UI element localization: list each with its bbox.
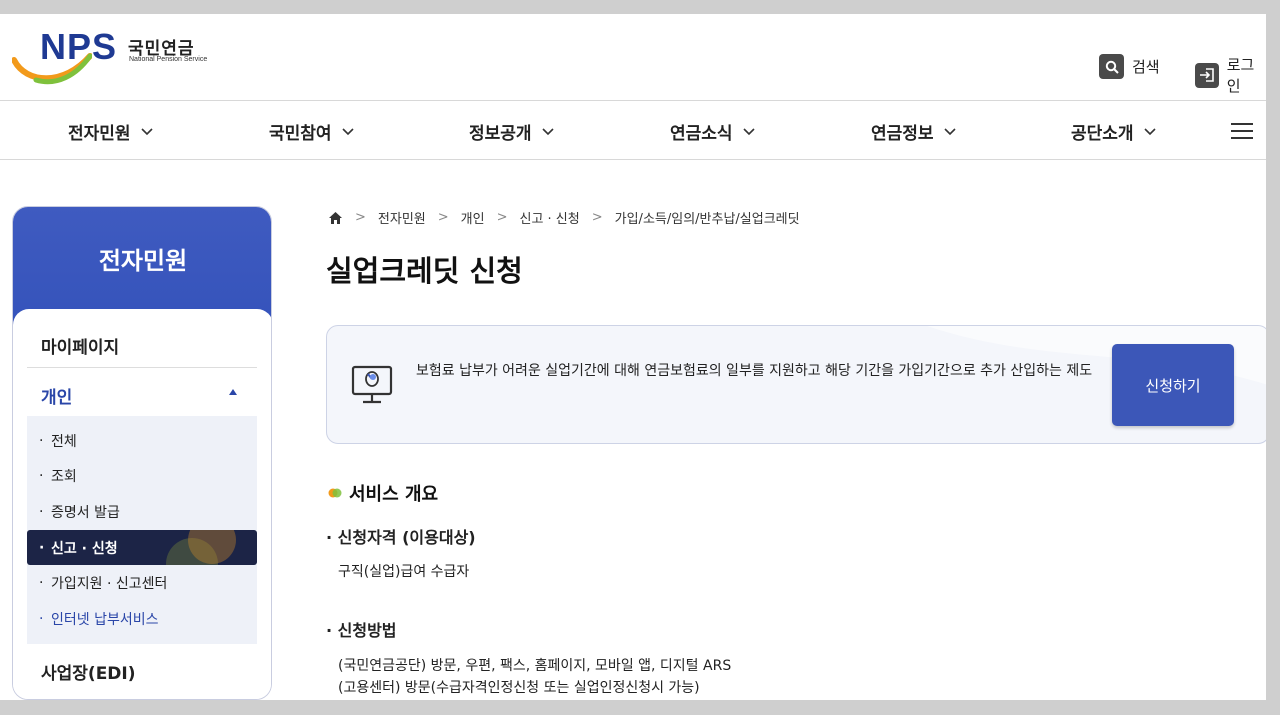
side-nav: 전자민원 마이페이지 개인 · 전체 · 조회 · 증명서 발급 · 신고 · …: [12, 206, 272, 700]
breadcrumb-item[interactable]: 전자민원: [378, 208, 426, 227]
sidebar-subitem-label: 신고 · 신청: [51, 540, 118, 557]
gnb-item-disclosure[interactable]: 정보공개: [469, 119, 554, 144]
bullet: ·: [39, 610, 44, 627]
sidebar-subitem-support-center[interactable]: · 가입지원 · 신고센터: [27, 565, 257, 600]
sidebar-subitem-label: 증명서 발급: [51, 504, 120, 521]
breadcrumb-separator: >: [355, 210, 366, 225]
menu-hamburger-icon[interactable]: [1231, 123, 1253, 139]
apply-button[interactable]: 신청하기: [1112, 344, 1234, 426]
gnb-item-label: 공단소개: [1071, 124, 1134, 144]
info-box: 보험료 납부가 어려운 실업기간에 대해 연금보험료의 일부를 지원하고 해당 …: [326, 325, 1266, 444]
bullet: ·: [39, 467, 44, 484]
method-line-2: (고용센터) 방문(수급자격인정신청 또는 실업인정신청시 가능): [338, 680, 700, 696]
search-button[interactable]: 검색: [1099, 54, 1160, 79]
sidebar-item-mypage[interactable]: 마이페이지: [41, 333, 119, 358]
sidebar-subitem-label: 인터넷 납부서비스: [51, 611, 159, 628]
sidebar-subitem-all[interactable]: · 전체: [27, 423, 257, 458]
gnb-item-about[interactable]: 공단소개: [1071, 119, 1156, 144]
chevron-down-icon: [541, 127, 554, 135]
method-heading: · 신청방법: [326, 621, 397, 640]
chevron-down-icon: [943, 127, 956, 135]
search-label: 검색: [1132, 58, 1160, 76]
monitor-click-icon: [351, 365, 393, 404]
gnb-item-pension-info[interactable]: 연금정보: [871, 119, 956, 144]
home-icon[interactable]: [328, 211, 343, 225]
page-title: 실업크레딧 신청: [326, 254, 523, 288]
nps-logo[interactable]: NPS 국민연금 National Pension Service: [12, 24, 232, 85]
gnb-item-label: 연금소식: [670, 124, 733, 144]
bullet: ·: [39, 574, 44, 591]
breadcrumb-separator: >: [496, 210, 508, 225]
section-title-label: 서비스 개요: [349, 484, 439, 505]
breadcrumb-separator: >: [437, 210, 449, 225]
sidebar-subitem-label: 전체: [51, 433, 77, 450]
logo-text: NPS: [40, 26, 118, 67]
gnb-item-participation[interactable]: 국민참여: [269, 119, 354, 144]
sidebar-subitem-inquiry[interactable]: · 조회: [27, 458, 257, 493]
gnb-item-label: 정보공개: [469, 124, 532, 144]
sidebar-submenu: · 전체 · 조회 · 증명서 발급 · 신고 · 신청 · 가입지원 · 신고센터: [27, 416, 257, 644]
page: NPS 국민연금 National Pension Service 검색 로그인…: [0, 14, 1266, 700]
gnb-item-news[interactable]: 연금소식: [670, 119, 755, 144]
breadcrumb: > 전자민원 > 개인 > 신고 · 신청 > 가입/소득/임의/반추납/실업크…: [328, 208, 800, 227]
breadcrumb-separator: >: [591, 210, 603, 225]
bullet: ·: [39, 432, 44, 449]
sidebar-subitem-label: 가입지원 · 신고센터: [51, 575, 168, 592]
bullet: ·: [39, 539, 45, 556]
method-line-1: (국민연금공단) 방문, 우편, 팩스, 홈페이지, 모바일 앱, 디지털 AR…: [338, 658, 732, 674]
eligibility-text: 구직(실업)급여 수급자: [338, 564, 470, 580]
sidebar-subitem-internet-payment[interactable]: · 인터넷 납부서비스: [27, 601, 257, 636]
chevron-down-icon: [742, 127, 755, 135]
sidebar-subitem-label: 조회: [51, 468, 77, 485]
logo-english-text: National Pension Service: [129, 56, 208, 63]
sidebar-subitem-report-apply[interactable]: · 신고 · 신청: [27, 530, 257, 565]
breadcrumb-item[interactable]: 신고 · 신청: [519, 208, 579, 227]
sidebar-subitem-certificate[interactable]: · 증명서 발급: [27, 494, 257, 529]
login-label: 로그인: [1226, 56, 1255, 95]
login-icon: [1195, 62, 1219, 88]
sidebar-item-business[interactable]: 사업장(EDI): [41, 659, 136, 684]
global-nav: 전자민원 국민참여 정보공개 연금소식 연금정보 공단소개: [0, 100, 1266, 160]
side-nav-body: 마이페이지 개인 · 전체 · 조회 · 증명서 발급 · 신고 · 신청 · …: [13, 309, 271, 699]
gnb-item-label: 국민참여: [269, 124, 332, 144]
window-edge-right: [1266, 0, 1280, 715]
info-description: 보험료 납부가 어려운 실업기간에 대해 연금보험료의 일부를 지원하고 해당 …: [416, 363, 1093, 379]
gnb-item-label: 전자민원: [68, 124, 131, 144]
gnb-item-label: 연금정보: [871, 124, 934, 144]
gnb-item-electronic-service[interactable]: 전자민원: [68, 119, 153, 144]
window-edge-bottom: [0, 700, 1280, 715]
chevron-down-icon: [140, 127, 153, 135]
bullet: ·: [39, 503, 44, 520]
section-dot-icon: [328, 488, 342, 498]
eligibility-heading: · 신청자격 (이용대상): [326, 528, 476, 547]
chevron-down-icon: [1143, 127, 1156, 135]
divider: [27, 367, 257, 368]
chevron-down-icon: [341, 127, 354, 135]
login-button[interactable]: 로그인: [1195, 54, 1266, 96]
section-title: 서비스 개요: [328, 480, 438, 506]
chevron-up-icon[interactable]: [229, 389, 237, 395]
side-nav-title: 전자민원: [98, 247, 188, 275]
breadcrumb-item[interactable]: 개인: [461, 208, 485, 227]
sidebar-item-personal[interactable]: 개인: [41, 383, 72, 408]
breadcrumb-item-current: 가입/소득/임의/반추납/실업크레딧: [614, 212, 800, 227]
search-icon: [1099, 54, 1124, 79]
